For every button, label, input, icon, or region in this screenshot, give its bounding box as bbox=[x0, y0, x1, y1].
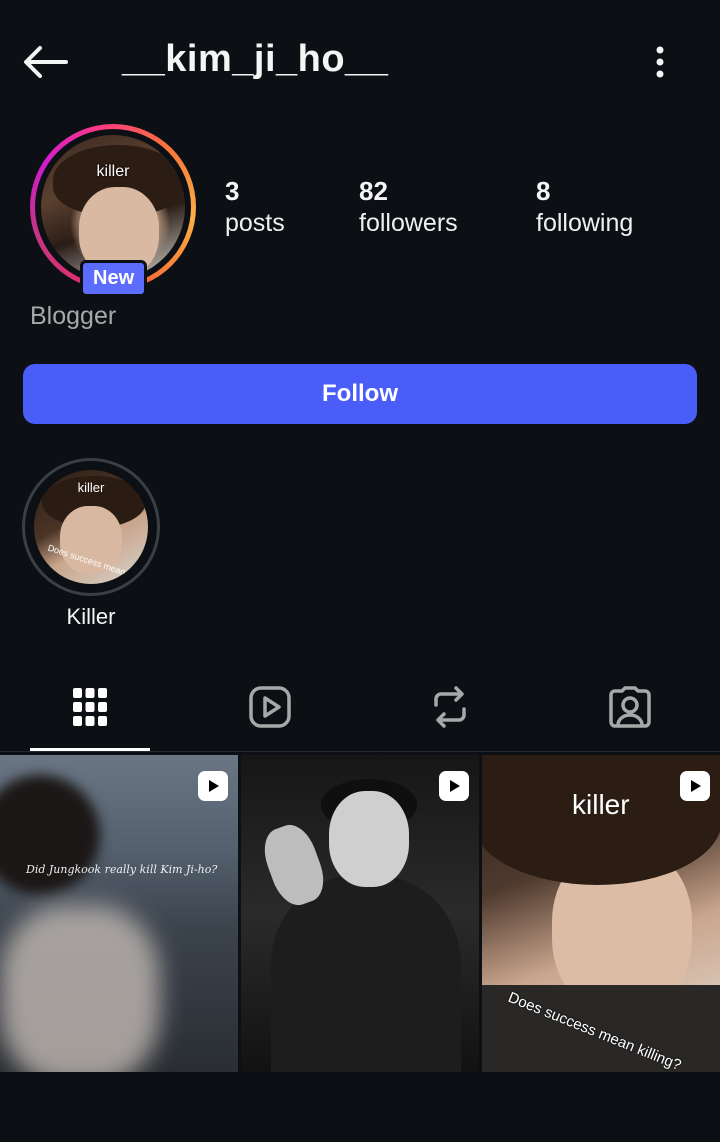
posts-label: posts bbox=[225, 209, 285, 237]
followers-count: 82 bbox=[359, 176, 388, 206]
follow-button[interactable]: Follow bbox=[23, 364, 697, 424]
arrow-left-icon bbox=[24, 46, 68, 78]
avatar-image: killer bbox=[41, 135, 185, 279]
highlight-cover: killer Does success mean k bbox=[34, 470, 148, 584]
stat-followers[interactable]: 82 followers bbox=[359, 176, 458, 240]
back-button[interactable] bbox=[20, 40, 70, 84]
post-thumbnail[interactable]: Did Jungkook really kill Kim Ji-ho? bbox=[0, 755, 238, 1072]
highlight-label: Killer bbox=[66, 604, 116, 629]
posts-count: 3 bbox=[225, 176, 240, 206]
tagged-icon bbox=[609, 686, 651, 728]
post-caption: Did Jungkook really kill Kim Ji-ho? bbox=[26, 863, 218, 876]
profile-tabs bbox=[0, 664, 720, 752]
followers-label: followers bbox=[359, 209, 458, 237]
reels-icon bbox=[249, 686, 291, 728]
tab-posts-grid[interactable] bbox=[30, 664, 150, 750]
empty-area bbox=[0, 1072, 720, 1142]
story-highlight[interactable]: killer Does success mean k Killer bbox=[22, 458, 160, 630]
following-label: following bbox=[536, 209, 634, 237]
avatar-overlay-text: killer bbox=[96, 163, 130, 180]
stat-posts[interactable]: 3 posts bbox=[225, 176, 285, 240]
tab-reposts[interactable] bbox=[390, 664, 510, 750]
stat-following[interactable]: 8 following bbox=[536, 176, 633, 240]
highlight-ring: killer Does success mean k bbox=[22, 458, 160, 596]
profile-username: __kim_ji_ho__ bbox=[122, 38, 389, 80]
active-tab-indicator bbox=[30, 748, 150, 751]
post-caption-top: killer bbox=[572, 789, 630, 820]
posts-grid: Did Jungkook really kill Kim Ji-ho? kill… bbox=[0, 755, 720, 1072]
profile-avatar[interactable]: killer New bbox=[30, 124, 196, 297]
reel-badge-icon bbox=[439, 771, 469, 801]
top-bar: __kim_ji_ho__ bbox=[0, 0, 720, 124]
more-vertical-icon bbox=[656, 46, 664, 78]
grid-icon bbox=[73, 688, 107, 726]
new-badge: New bbox=[80, 260, 148, 297]
reel-badge-icon bbox=[680, 771, 710, 801]
post-thumbnail[interactable]: killer Does success mean killing? bbox=[482, 755, 720, 1072]
more-options-button[interactable] bbox=[640, 40, 680, 84]
post-thumbnail[interactable] bbox=[241, 755, 479, 1072]
reel-badge-icon bbox=[198, 771, 228, 801]
tab-reels[interactable] bbox=[210, 664, 330, 750]
following-count: 8 bbox=[536, 176, 551, 206]
repost-icon bbox=[434, 686, 466, 728]
profile-bio: Blogger bbox=[30, 302, 117, 330]
tab-tagged[interactable] bbox=[570, 664, 690, 750]
highlight-cover-text: killer bbox=[77, 480, 105, 495]
